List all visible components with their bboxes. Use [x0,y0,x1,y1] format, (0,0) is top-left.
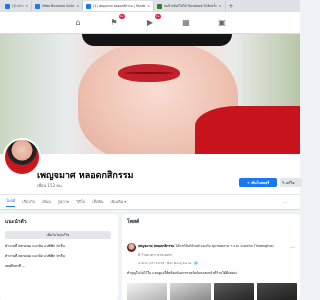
post-photo[interactable] [256,283,297,300]
more-options-icon[interactable]: ··· [283,200,287,205]
post-photo[interactable] [213,283,254,300]
posts-card: โพสต์ เพญจมาศ หลอดกสิกรรม ได้แชร์ลิงก์ด้… [122,214,300,300]
meta-favicon-icon [35,3,41,9]
cover-shirt-shape [195,106,300,154]
tab-label: Meta Business Suite [42,4,75,8]
flag-icon[interactable]: ⚑ 9+ [108,13,125,29]
tab-checkins[interactable]: เช็คอิน [92,199,103,205]
home-icon[interactable]: ⌂ [72,17,84,29]
close-icon[interactable]: × [76,4,79,8]
marketplace-icon[interactable]: ▦ [180,17,192,29]
post-photo[interactable] [170,283,211,300]
tab-about[interactable]: เกี่ยวกับ [22,199,35,205]
tab-label: (1) เพญจมาศ หลอดกสิกรรม | Faceb [93,3,146,8]
more-options-icon[interactable]: ··· [290,245,295,251]
posts-title: โพสต์ [127,219,140,225]
post-photo[interactable] [127,283,168,300]
tab-posts[interactable]: โพสต์ [6,198,16,207]
post-author[interactable]: เพญจมาศ หลอดกสิกรรม [138,244,174,248]
close-icon[interactable]: × [219,4,222,8]
gaming-icon[interactable]: ▣ [216,17,228,29]
intro-title: แนะนำตัว [5,219,27,225]
browser-tab[interactable]: Meta Business Suite × [32,1,84,11]
profile-name: เพญจมาศ หลอดกสิกรรม [37,171,134,181]
intro-item: เคยศึกษาที่ ... [5,264,26,268]
edit-bio-button[interactable]: เพิ่มไบโอ/แก้ไข [5,231,111,239]
post-location: ที่ ร้านอาหาร ตามรอยกา [138,253,173,257]
tab-more[interactable]: เพิ่มเติม ▾ [111,199,127,205]
facebook-favicon-icon [86,3,92,9]
close-icon[interactable]: × [147,4,150,8]
post-avatar[interactable] [127,243,136,252]
edit-profile-button[interactable]: ✎ แก้ไข [280,178,302,187]
facebook-top-nav: ⌂ ⚑ 9+ ▶ 9+ ▦ ▣ [0,12,300,34]
intro-item: ทำงานที่ ตลาดนม แมวนิล แปซิฟิก ท่าจีน [5,244,65,248]
page-favicon-icon [157,3,163,9]
post-photos [127,283,297,300]
intro-card: แนะนำตัว เพิ่มไบโอ/แก้ไข ทำงานที่ ตลาดนม… [0,214,118,300]
avatar[interactable] [3,138,41,176]
post-header: เพญจมาศ หลอดกสิกรรม ได้แชร์ลิงก์ด้วยตัวเ… [138,244,304,249]
browser-tab[interactable]: (1) ค่าฯ × [2,1,33,11]
facebook-favicon-icon [5,3,10,9]
tab-friends[interactable]: เพื่อน [42,199,51,205]
cover-hair-shape [82,34,232,46]
post-timestamp[interactable]: 4 เม.ย. เวลา 10:33 · Ban Nong Kuruk · 🌐 [138,261,198,266]
notification-badge: 9+ [118,13,125,19]
post-action: ได้แชร์ลิงก์ด้วยตัวเองกับ [175,244,211,248]
profile-tabs: โพสต์ เกี่ยวกับ เพื่อน รูปภาพ วิดีโอ เช็… [0,194,300,210]
new-tab-button[interactable]: + [229,3,234,10]
browser-tab-active[interactable]: (1) เพญจมาศ หลอดกสิกรรม | Faceb × [83,1,155,11]
tab-videos[interactable]: วิดีโอ [76,199,85,205]
intro-item: ทำงานที่ ตลาดนม แมวนิล แปซิฟิก ท่าจีน [5,254,65,258]
cover-photo[interactable] [0,34,300,154]
browser-tab[interactable]: ลบป้ายลิงก์ไม่ได้ Facebook ถ้าอีกครั้ง × [154,1,226,11]
add-to-story-button[interactable]: + เพิ่มในสตอรี่ [239,178,277,187]
close-icon[interactable]: × [25,4,28,8]
video-icon[interactable]: ▶ 9+ [144,13,161,29]
tab-label: (1) ค่าฯ [12,3,24,8]
post-text: ทำบุญในวันไว้ใน และดูแลให้พร้อมกับอาหารค… [127,271,238,275]
post-target[interactable]: ชุมชนตลาด ฯ และ Luecha Tihaenghan [212,244,274,248]
tab-photos[interactable]: รูปภาพ [58,199,70,205]
friend-count[interactable]: เพื่อน 152 คน [37,182,62,189]
notification-badge: 9+ [154,13,161,19]
browser-tab-bar: (1) ค่าฯ × Meta Business Suite × (1) เพญ… [0,0,300,12]
cover-lipline-shape [124,72,174,74]
tab-label: ลบป้ายลิงก์ไม่ได้ Facebook ถ้าอีกครั้ง [164,3,217,8]
